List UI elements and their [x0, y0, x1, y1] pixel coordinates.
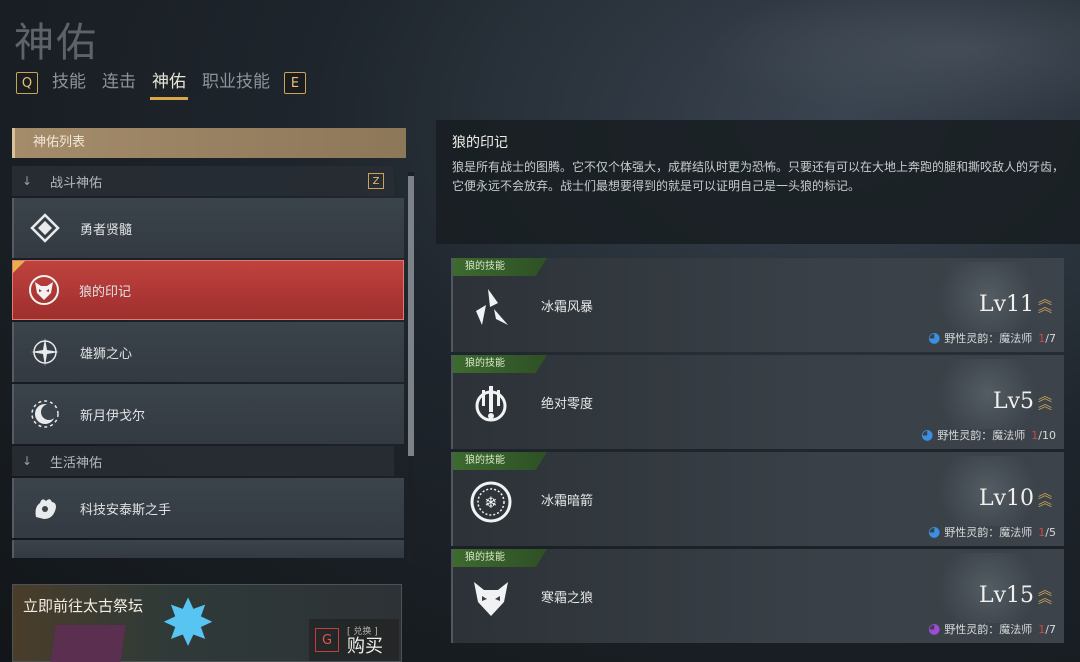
rank-chevron-icon: ︽ ︽: [1038, 486, 1052, 510]
detail-title: 狼的印记: [452, 135, 508, 151]
skill-level: Lv11: [978, 292, 1034, 317]
skill-affinity: ◕ 野性灵韵：魔法师 1/7: [928, 330, 1056, 346]
section-combat-blessing[interactable]: ↓ 战斗神佑 Z: [12, 166, 394, 196]
rune-icon: ◕: [928, 330, 941, 346]
tab-skills[interactable]: 技能: [44, 68, 94, 98]
rune-icon: ◕: [928, 621, 941, 637]
tab-blessing[interactable]: 神佑: [144, 68, 194, 100]
skill-card-ice-storm[interactable]: 狼的技能 冰霜风暴 Lv11 ︽ ︽ ◕ 野性灵韵：魔法师 1/7: [451, 258, 1064, 352]
tab-combo[interactable]: 连击: [94, 68, 144, 98]
ice-shard-icon: [467, 284, 515, 332]
list-item-crescent[interactable]: 新月伊戈尔: [12, 384, 404, 444]
tab-prev-key[interactable]: Q: [16, 72, 38, 94]
affinity-count: 1/7: [1038, 622, 1056, 636]
compass-star-icon: [28, 335, 62, 369]
rune-icon: ◕: [921, 427, 934, 443]
background-art: [700, 0, 1080, 120]
rank-chevron-icon: ︽ ︽: [1038, 389, 1052, 413]
skill-affinity: ◕ 野性灵韵：魔法师 1/5: [928, 524, 1056, 540]
frost-spike-icon: [467, 381, 515, 429]
collapse-arrow-icon: ↓: [22, 174, 33, 188]
skill-level: Lv15: [978, 583, 1034, 608]
svg-text:❄: ❄: [484, 493, 497, 512]
list-item-label: 狼的印记: [79, 284, 132, 300]
skill-tag: 狼的技能: [453, 549, 547, 567]
scrollbar-thumb[interactable]: [408, 176, 414, 456]
affinity-label: 野性灵韵：魔法师: [944, 623, 1033, 636]
list-item-lion-heart[interactable]: 雄狮之心: [12, 322, 404, 382]
affinity-count: 1/7: [1038, 331, 1056, 345]
page-title: 神佑: [14, 20, 98, 66]
skill-level: Lv5: [992, 389, 1034, 414]
detail-description: 狼是所有战士的图腾。它不仅个体强大，成群结队时更为恐怖。只要还有可以在大地上奔跑…: [452, 160, 1065, 193]
list-item-label: 科技安泰斯之手: [80, 502, 172, 518]
rank-chevron-icon: ︽ ︽: [1038, 292, 1052, 316]
detail-panel: 狼的印记 狼是所有战士的图腾。它不仅个体强大，成群结队时更为恐怖。只要还有可以在…: [436, 120, 1080, 244]
section-key-badge: Z: [368, 173, 384, 189]
wolf-frost-icon: [467, 575, 515, 623]
promo-title: 立即前往太古祭坛: [23, 597, 144, 615]
skill-name: 冰霜暗箭: [541, 494, 594, 509]
affinity-count: 1/5: [1038, 525, 1056, 539]
rank-chevron-icon: ︽ ︽: [1038, 583, 1052, 607]
list-header: 神佑列表: [12, 128, 406, 158]
rhombus-crest-icon: [28, 211, 62, 245]
list-item-partial[interactable]: [12, 540, 404, 558]
section-label: 战斗神佑: [50, 175, 103, 191]
skill-tag: 狼的技能: [453, 258, 547, 276]
hand-glyph-icon: [28, 491, 62, 525]
skill-card-frost-arrow[interactable]: 狼的技能 ❄ 冰霜暗箭 Lv10 ︽ ︽ ◕ 野性灵韵：魔法师 1/5: [451, 452, 1064, 546]
crescent-face-icon: [28, 397, 62, 431]
snowflake-ring-icon: ❄: [467, 478, 515, 526]
affinity-label: 野性灵韵：魔法师: [944, 526, 1033, 539]
list-item-wolf-mark[interactable]: 狼的印记: [12, 260, 404, 320]
blessing-list: 神佑列表 ↓ 战斗神佑 Z 勇者贤髓 狼的印记 雄狮之心 新月伊戈尔 ↓ 生活神…: [12, 128, 414, 568]
skill-level: Lv10: [978, 486, 1034, 511]
promo-card-art: [50, 625, 126, 662]
crystal-burst-icon: ✸: [161, 587, 215, 661]
tab-bar: Q 技能 连击 神佑 职业技能 E: [16, 68, 306, 100]
promo-banner[interactable]: ✸ 立即前往太古祭坛 G [ 兑换 ] 购买: [12, 584, 402, 662]
section-life-blessing[interactable]: ↓ 生活神佑: [12, 446, 394, 476]
skill-list: 狼的技能 冰霜风暴 Lv11 ︽ ︽ ◕ 野性灵韵：魔法师 1/7 狼的技能 绝对…: [451, 258, 1064, 646]
list-item-label: 勇者贤髓: [80, 222, 133, 238]
list-item-hand[interactable]: 科技安泰斯之手: [12, 478, 404, 538]
skill-name: 冰霜风暴: [541, 300, 594, 315]
collapse-arrow-icon: ↓: [22, 454, 33, 468]
affinity-label: 野性灵韵：魔法师: [937, 429, 1026, 442]
list-scrollbar[interactable]: [408, 172, 414, 562]
skill-card-absolute-zero[interactable]: 狼的技能 绝对零度 Lv5 ︽ ︽ ◕ 野性灵韵：魔法师 1/10: [451, 355, 1064, 449]
list-item-label: 雄狮之心: [80, 346, 133, 362]
buy-label: 购买: [347, 635, 383, 657]
buy-sublabel: [ 兑换 ]: [347, 626, 378, 637]
tab-next-key[interactable]: E: [284, 72, 306, 94]
skill-tag: 狼的技能: [453, 355, 547, 373]
section-label: 生活神佑: [50, 455, 103, 471]
rune-icon: ◕: [928, 524, 941, 540]
skill-affinity: ◕ 野性灵韵：魔法师 1/7: [928, 621, 1056, 637]
wolf-head-icon: [27, 273, 61, 307]
skill-card-frost-wolf[interactable]: 狼的技能 寒霜之狼 Lv15 ︽ ︽ ◕ 野性灵韵：魔法师 1/7: [451, 549, 1064, 643]
affinity-label: 野性灵韵：魔法师: [944, 332, 1033, 345]
skill-affinity: ◕ 野性灵韵：魔法师 1/10: [921, 427, 1056, 443]
tab-class-skills[interactable]: 职业技能: [194, 68, 278, 98]
buy-key-badge: G: [315, 628, 339, 652]
affinity-count: 1/10: [1031, 428, 1056, 442]
skill-tag: 狼的技能: [453, 452, 547, 470]
buy-button[interactable]: G [ 兑换 ] 购买: [309, 619, 399, 661]
skill-name: 寒霜之狼: [541, 591, 594, 606]
list-item-label: 新月伊戈尔: [80, 408, 146, 424]
list-item-brave[interactable]: 勇者贤髓: [12, 198, 404, 258]
skill-name: 绝对零度: [541, 397, 594, 412]
